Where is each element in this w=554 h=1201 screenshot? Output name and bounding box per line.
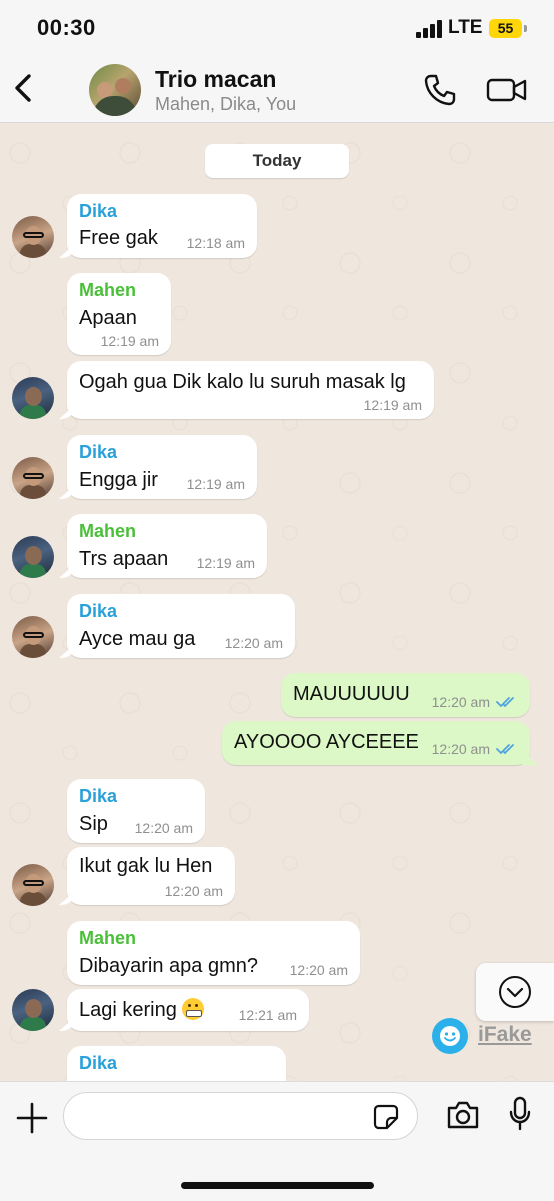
message-bubble[interactable]: Dika Ayce mau ga 12:20 am xyxy=(67,594,295,658)
watermark-label: iFake xyxy=(478,1023,532,1046)
message-text: Ikut gak lu Hen xyxy=(79,855,213,877)
signal-icon xyxy=(416,20,442,38)
battery-tip xyxy=(524,25,527,32)
message-bubble[interactable]: Dika Sip 12:20 am xyxy=(67,779,205,843)
message-time: 12:20 am xyxy=(289,962,348,978)
phone-icon[interactable] xyxy=(422,72,458,108)
battery-icon: 55 xyxy=(489,19,522,38)
sender-name: Dika xyxy=(79,442,118,462)
avatar-mahen[interactable] xyxy=(12,377,54,419)
back-chevron-icon[interactable] xyxy=(10,70,36,106)
message-bubble[interactable]: Mahen Trs apaan 12:19 am xyxy=(67,514,267,578)
chevron-down-icon xyxy=(499,976,531,1008)
sender-name: Dika xyxy=(79,786,118,806)
message-bubble[interactable]: Lagi kering 12:21 am xyxy=(67,989,309,1031)
message-bubble[interactable]: Ikut gak lu Hen 12:20 am xyxy=(67,847,235,905)
message-bubble[interactable]: Mahen Apaan 12:19 am xyxy=(67,273,171,355)
avatar-mahen[interactable] xyxy=(12,536,54,578)
message-time: 12:20 am xyxy=(224,635,283,651)
sender-name: Dika xyxy=(79,201,118,221)
message-text: Lagi kering xyxy=(79,998,205,1022)
avatar-dika[interactable] xyxy=(12,457,54,499)
message-time: 12:19 am xyxy=(363,397,422,413)
sender-name: Mahen xyxy=(79,280,137,300)
double-check-icon xyxy=(496,697,514,708)
message-time: 12:21 am xyxy=(238,1007,297,1023)
ifake-logo-icon xyxy=(432,1018,468,1054)
chat-participants[interactable]: Mahen, Dika, You xyxy=(155,94,296,115)
group-avatar[interactable] xyxy=(89,64,141,116)
message-time: 12:20 am xyxy=(431,741,490,757)
message-text: Ogah gua Dik kalo lu suruh masak lg xyxy=(79,371,406,393)
video-camera-icon[interactable] xyxy=(486,74,528,106)
camera-icon[interactable] xyxy=(446,1100,480,1130)
message-time: 12:20 am xyxy=(164,883,223,899)
sender-name: Dika xyxy=(79,601,118,621)
sender-name: Mahen xyxy=(79,521,137,541)
message-text: Ayce mau ga xyxy=(79,628,196,650)
message-bubble[interactable]: Dika Engga jir 12:19 am xyxy=(67,435,257,499)
chat-header: Trio macan Mahen, Dika, You xyxy=(0,58,554,123)
sender-name: Dika xyxy=(79,1053,118,1073)
message-time: 12:20 am xyxy=(134,820,193,836)
network-label: LTE xyxy=(448,17,483,38)
avatar-dika[interactable] xyxy=(12,216,54,258)
chat-area[interactable]: Today Dika Free gak 12:18 am Mahen Apaan… xyxy=(0,123,554,1081)
message-time: 12:19 am xyxy=(196,555,255,571)
chat-title[interactable]: Trio macan xyxy=(155,66,276,93)
message-text: Sip xyxy=(79,813,108,835)
status-time: 00:30 xyxy=(37,15,96,40)
avatar-mahen[interactable] xyxy=(12,989,54,1031)
home-indicator xyxy=(181,1182,374,1189)
message-text-content: Lagi kering xyxy=(79,999,177,1021)
microphone-icon[interactable] xyxy=(508,1096,532,1132)
message-bubble[interactable]: Mahen Dibayarin apa gmn? 12:20 am xyxy=(67,921,360,985)
date-separator: Today xyxy=(205,144,349,178)
message-bubble[interactable]: Dika xyxy=(67,1046,286,1081)
message-bubble[interactable]: Ogah gua Dik kalo lu suruh masak lg 12:1… xyxy=(67,361,434,419)
message-text: Apaan xyxy=(79,307,137,329)
message-time: 12:20 am xyxy=(431,694,490,710)
message-time: 12:19 am xyxy=(186,476,245,492)
message-input[interactable] xyxy=(63,1092,418,1140)
message-bubble-outgoing[interactable]: AYOOOO AYCEEEE 12:20 am xyxy=(222,721,530,765)
double-check-icon xyxy=(496,744,514,755)
status-bar: 00:30 LTE 55 xyxy=(0,0,554,58)
composer-bar xyxy=(0,1081,554,1201)
message-text: AYOOOO AYCEEEE xyxy=(234,731,419,753)
message-bubble[interactable]: Dika Free gak 12:18 am xyxy=(67,194,257,258)
message-text: Dibayarin apa gmn? xyxy=(79,955,258,977)
message-bubble-outgoing[interactable]: MAUUUUUU 12:20 am xyxy=(281,673,530,717)
avatar-dika[interactable] xyxy=(12,864,54,906)
avatar-dika[interactable] xyxy=(12,616,54,658)
message-text: Trs apaan xyxy=(79,548,169,570)
message-text: Engga jir xyxy=(79,469,158,491)
grimacing-face-icon xyxy=(182,998,205,1020)
message-time: 12:19 am xyxy=(100,333,159,349)
message-text: Free gak xyxy=(79,227,158,249)
message-text: MAUUUUUU xyxy=(293,683,410,705)
sender-name: Mahen xyxy=(79,928,137,948)
plus-icon[interactable] xyxy=(14,1100,50,1136)
message-time: 12:18 am xyxy=(186,235,245,251)
sticker-icon[interactable] xyxy=(373,1104,399,1130)
scroll-to-bottom-button[interactable] xyxy=(476,963,554,1021)
